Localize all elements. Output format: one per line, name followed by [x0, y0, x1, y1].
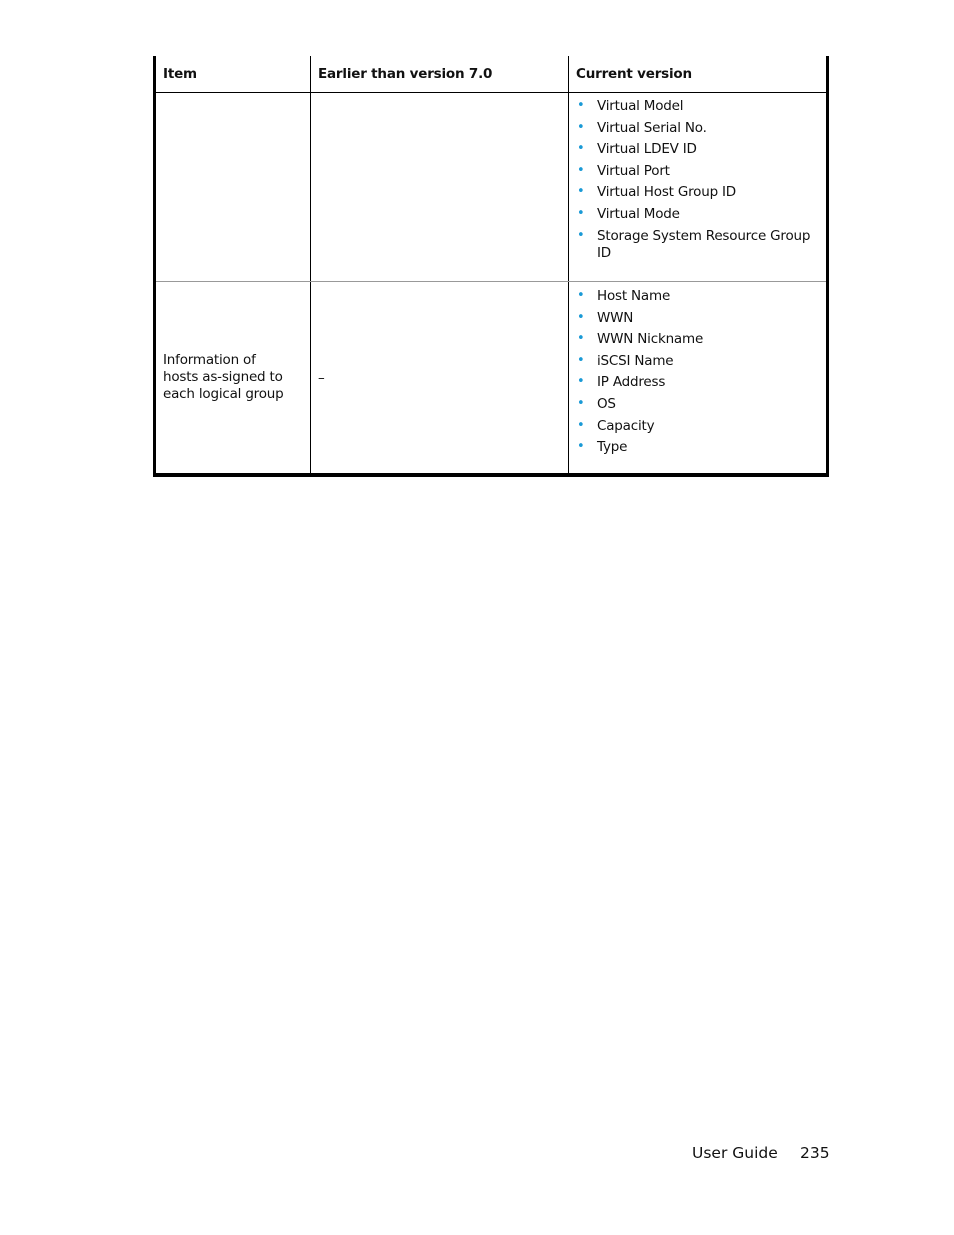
current-version-list: Virtual Model Virtual Serial No. Virtual…	[576, 97, 819, 262]
current-version-list: Host Name WWN WWN Nickname iSCSI Name IP…	[576, 287, 819, 456]
item-cell: Information of hosts as-signed to each l…	[155, 282, 311, 476]
header-earlier-version: Earlier than version 7.0	[310, 56, 569, 93]
list-item: Type	[576, 438, 819, 456]
current-cell: Virtual Model Virtual Serial No. Virtual…	[568, 92, 828, 282]
header-item: Item	[154, 56, 311, 93]
table-header-row: Item Earlier than version 7.0 Current ve…	[154, 56, 828, 93]
list-item: WWN	[576, 309, 819, 327]
item-text: Information of hosts as-signed to each l…	[163, 352, 284, 402]
list-item: iSCSI Name	[576, 352, 819, 370]
page-number: 235	[800, 1144, 830, 1162]
list-item: Virtual Model	[576, 97, 819, 115]
earlier-cell	[310, 92, 569, 282]
table-row: Virtual Model Virtual Serial No. Virtual…	[154, 92, 828, 282]
header-current-version: Current version	[568, 56, 828, 93]
item-cell	[154, 92, 311, 282]
list-item: Virtual Serial No.	[576, 119, 819, 137]
list-item: Virtual Host Group ID	[576, 183, 819, 201]
list-item: Virtual Mode	[576, 205, 819, 223]
earlier-cell: –	[310, 281, 569, 475]
table-row: Information of hosts as-signed to each l…	[155, 281, 828, 476]
list-item: Virtual LDEV ID	[576, 140, 819, 158]
list-item: WWN Nickname	[576, 330, 819, 348]
list-item: OS	[576, 395, 819, 413]
list-item: Virtual Port	[576, 162, 819, 180]
comparison-table: Item Earlier than version 7.0 Current ve…	[153, 56, 829, 477]
list-item: Host Name	[576, 287, 819, 305]
list-item: Storage System Resource Group ID	[576, 227, 819, 262]
footer-doc-title: User Guide	[692, 1144, 778, 1162]
list-item: IP Address	[576, 373, 819, 391]
list-item: Capacity	[576, 417, 819, 435]
current-cell: Host Name WWN WWN Nickname iSCSI Name IP…	[568, 281, 828, 475]
